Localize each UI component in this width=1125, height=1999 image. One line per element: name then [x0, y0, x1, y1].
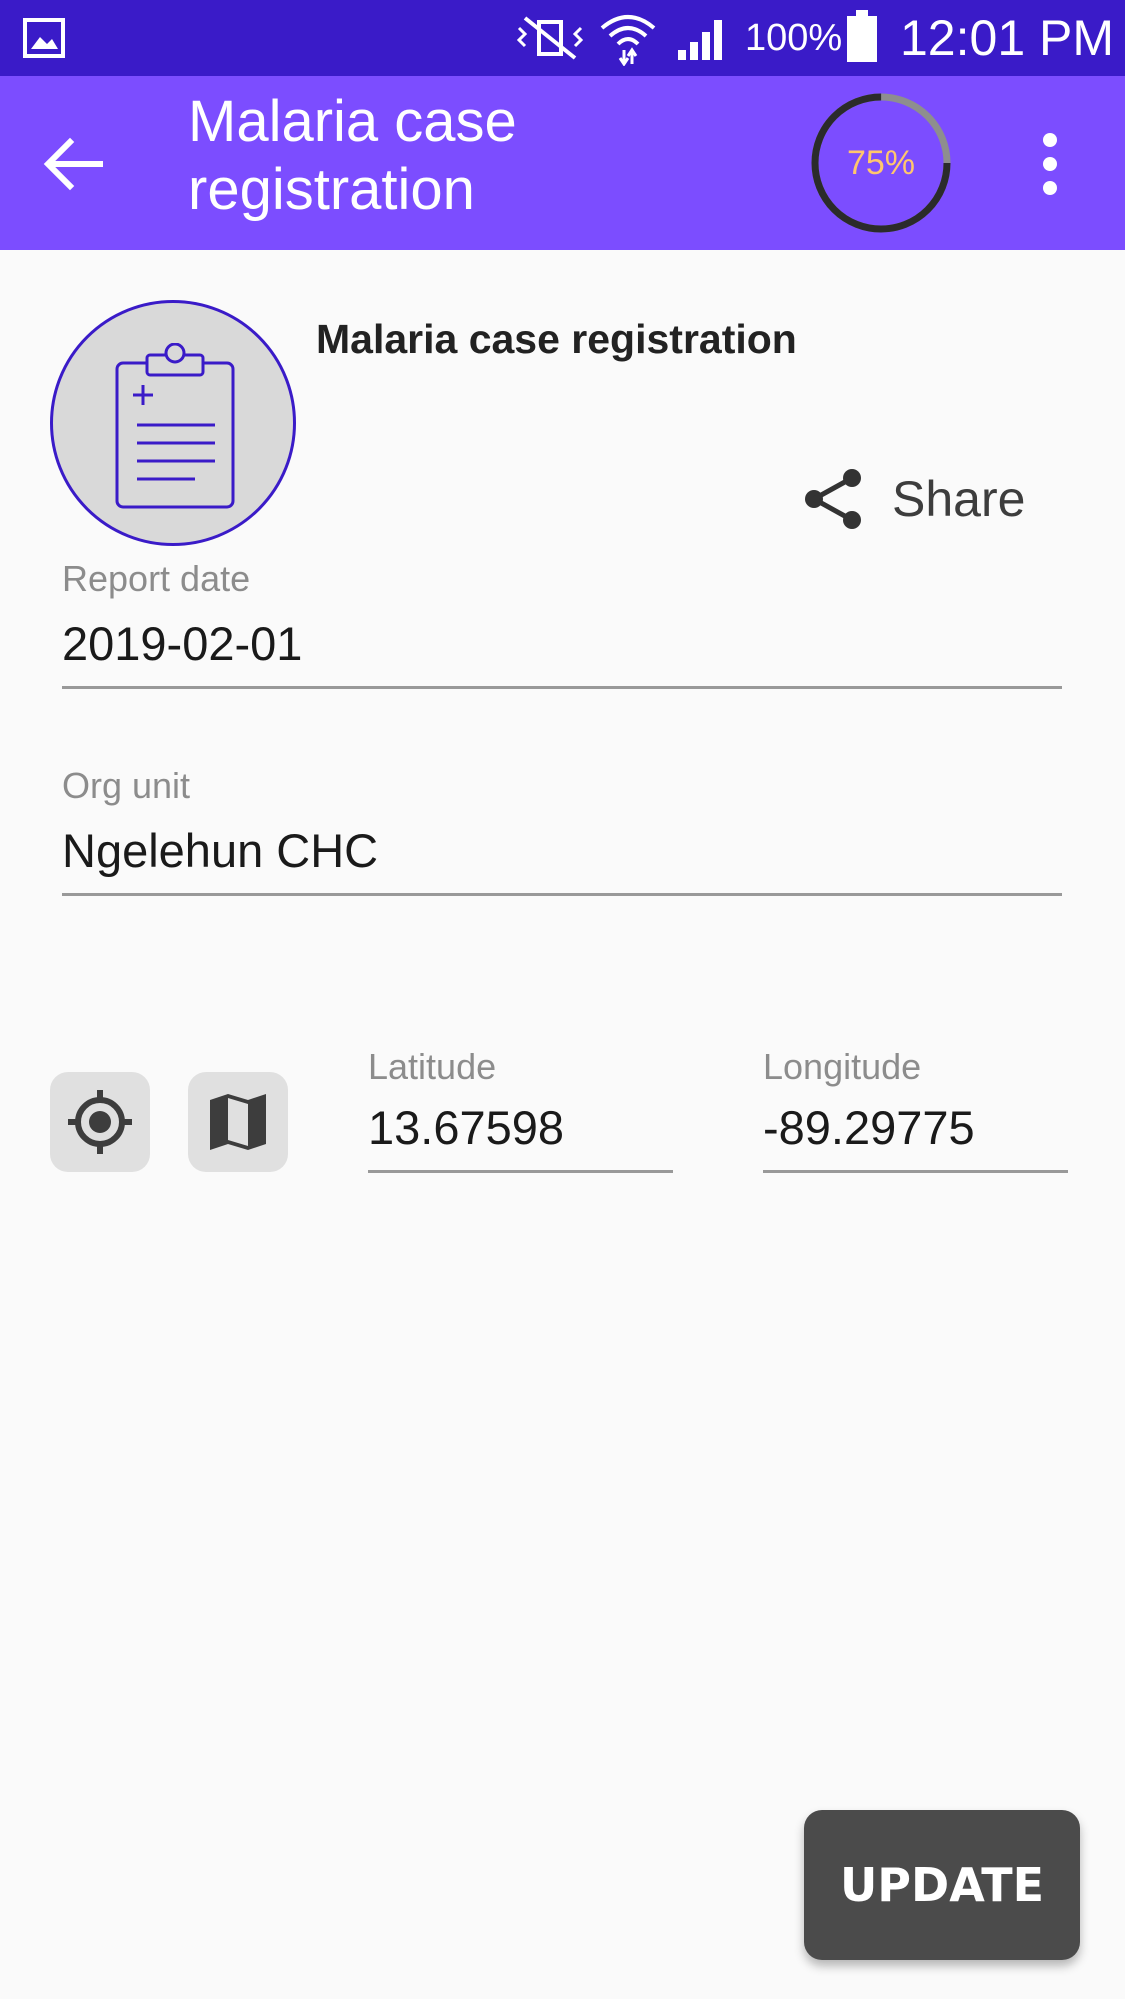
- report-date-underline: [62, 686, 1062, 689]
- org-unit-value[interactable]: Ngelehun CHC: [62, 823, 1062, 879]
- latitude-field[interactable]: Latitude 13.67598: [368, 1046, 673, 1173]
- gps-target-icon: [68, 1090, 132, 1154]
- report-date-value[interactable]: 2019-02-01: [62, 616, 1062, 672]
- org-unit-field[interactable]: Org unit Ngelehun CHC: [62, 765, 1062, 896]
- clock: 12:01 PM: [900, 10, 1115, 66]
- current-location-button[interactable]: [50, 1072, 150, 1172]
- org-unit-label: Org unit: [62, 765, 191, 806]
- signal-icon: [678, 20, 722, 60]
- longitude-value[interactable]: -89.29775: [763, 1100, 1068, 1156]
- report-date-label: Report date: [62, 558, 251, 599]
- wifi-icon: [600, 15, 656, 66]
- share-button[interactable]: Share: [800, 458, 1050, 540]
- longitude-field[interactable]: Longitude -89.29775: [763, 1046, 1068, 1173]
- pick-on-map-button[interactable]: [188, 1072, 288, 1172]
- update-button[interactable]: UPDATE: [804, 1810, 1080, 1960]
- back-arrow-icon[interactable]: [38, 128, 110, 200]
- share-label: Share: [892, 471, 1026, 527]
- battery-icon: [847, 10, 877, 62]
- vibrate-icon: [516, 16, 584, 60]
- completion-percent: 75%: [846, 143, 916, 182]
- more-options-icon[interactable]: [1032, 126, 1068, 202]
- program-avatar: [50, 300, 296, 546]
- app-bar-title: Malaria case registration: [188, 89, 517, 222]
- longitude-label: Longitude: [763, 1046, 922, 1087]
- battery-percent: 100%: [745, 17, 843, 59]
- report-date-field[interactable]: Report date 2019-02-01: [62, 558, 1062, 689]
- latitude-value[interactable]: 13.67598: [368, 1100, 673, 1156]
- latitude-underline: [368, 1170, 673, 1173]
- map-icon: [210, 1094, 266, 1150]
- latitude-label: Latitude: [368, 1046, 497, 1087]
- app-bar: Malaria case registration 75%: [0, 76, 1125, 250]
- longitude-underline: [763, 1170, 1068, 1173]
- gallery-icon: [23, 18, 65, 58]
- share-icon: [805, 469, 861, 529]
- org-unit-underline: [62, 893, 1062, 896]
- clipboard-icon: [115, 343, 235, 509]
- program-title: Malaria case registration: [316, 316, 797, 362]
- status-bar: 100% 12:01 PM: [0, 0, 1125, 76]
